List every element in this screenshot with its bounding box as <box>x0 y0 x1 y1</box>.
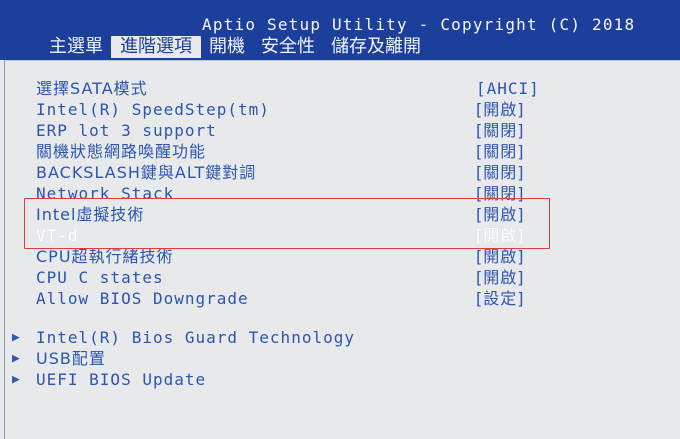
setting-value[interactable]: [開啟] <box>476 204 546 225</box>
setting-value[interactable]: [開啟] <box>476 246 546 267</box>
tab-advanced[interactable]: 進階選項 <box>111 36 201 58</box>
setting-value[interactable]: [關閉] <box>476 162 546 183</box>
setting-label: Intel(R) SpeedStep(tm) <box>36 100 270 119</box>
setting-label: Network Stack <box>36 184 175 203</box>
submenu-label: USB配置 <box>36 349 106 368</box>
submenu-arrow-icon: ▶ <box>12 372 21 387</box>
submenu-usb-config[interactable]: ▶ USB配置 <box>12 348 432 369</box>
advanced-settings-list: 選擇SATA模式 [AHCI] Intel(R) SpeedStep(tm) [… <box>36 78 546 309</box>
setting-value[interactable]: [開啟] <box>476 225 546 246</box>
setting-label: CPU C states <box>36 268 164 287</box>
tab-security[interactable]: 安全性 <box>253 36 323 58</box>
submenu-label: Intel(R) Bios Guard Technology <box>36 328 355 347</box>
setting-value[interactable]: [開啟] <box>476 267 546 288</box>
setting-row-network-stack[interactable]: Network Stack [關閉] <box>36 183 546 204</box>
setting-row-intel-virtualization[interactable]: Intel虛擬技術 [開啟] <box>36 204 546 225</box>
setting-label: Intel虛擬技術 <box>36 205 145 224</box>
setting-label: Allow BIOS Downgrade <box>36 289 249 308</box>
setting-row-wake-on-lan[interactable]: 關機狀態網路喚醒功能 [關閉] <box>36 141 546 162</box>
setting-row-erp[interactable]: ERP lot 3 support [關閉] <box>36 120 546 141</box>
setting-value[interactable]: [AHCI] <box>476 78 546 99</box>
tab-save-exit[interactable]: 儲存及離開 <box>323 36 429 58</box>
setting-row-cpu-c-states[interactable]: CPU C states [開啟] <box>36 267 546 288</box>
submenu-bios-guard[interactable]: ▶ Intel(R) Bios Guard Technology <box>12 327 432 348</box>
submenu-uefi-bios-update[interactable]: ▶ UEFI BIOS Update <box>12 369 432 390</box>
setting-label: VT-d <box>36 226 79 245</box>
setting-row-speedstep[interactable]: Intel(R) SpeedStep(tm) [開啟] <box>36 99 546 120</box>
setting-row-backslash-alt-swap[interactable]: BACKSLASH鍵與ALT鍵對調 [關閉] <box>36 162 546 183</box>
setting-value[interactable]: [設定] <box>476 288 546 309</box>
utility-title: Aptio Setup Utility - Copyright (C) 2018 <box>202 15 636 34</box>
menu-tabs: 主選單 進階選項 開機 安全性 儲存及離開 <box>41 36 429 58</box>
tab-main[interactable]: 主選單 <box>41 36 111 58</box>
setting-row-hyper-threading[interactable]: CPU超執行緒技術 [開啟] <box>36 246 546 267</box>
setting-row-vt-d[interactable]: VT-d [開啟] <box>36 225 546 246</box>
submenu-arrow-icon: ▶ <box>12 351 21 366</box>
submenu-arrow-icon: ▶ <box>12 330 21 345</box>
setting-row-bios-downgrade[interactable]: Allow BIOS Downgrade [設定] <box>36 288 546 309</box>
tab-boot[interactable]: 開機 <box>201 36 253 58</box>
setting-row-sata-mode[interactable]: 選擇SATA模式 [AHCI] <box>36 78 546 99</box>
setting-value[interactable]: [關閉] <box>476 183 546 204</box>
setting-label: BACKSLASH鍵與ALT鍵對調 <box>36 163 257 182</box>
setting-label: ERP lot 3 support <box>36 121 217 140</box>
bios-setup-screen: Aptio Setup Utility - Copyright (C) 2018… <box>0 0 680 439</box>
setting-value[interactable]: [開啟] <box>476 99 546 120</box>
submenu-label: UEFI BIOS Update <box>36 370 207 389</box>
submenu-list: ▶ Intel(R) Bios Guard Technology ▶ USB配置… <box>12 327 432 390</box>
setting-value[interactable]: [關閉] <box>476 141 546 162</box>
setting-value[interactable]: [關閉] <box>476 120 546 141</box>
header-bar: Aptio Setup Utility - Copyright (C) 2018… <box>0 0 680 60</box>
setting-label: 選擇SATA模式 <box>36 79 148 98</box>
setting-label: 關機狀態網路喚醒功能 <box>36 142 207 161</box>
setting-label: CPU超執行緒技術 <box>36 247 174 266</box>
